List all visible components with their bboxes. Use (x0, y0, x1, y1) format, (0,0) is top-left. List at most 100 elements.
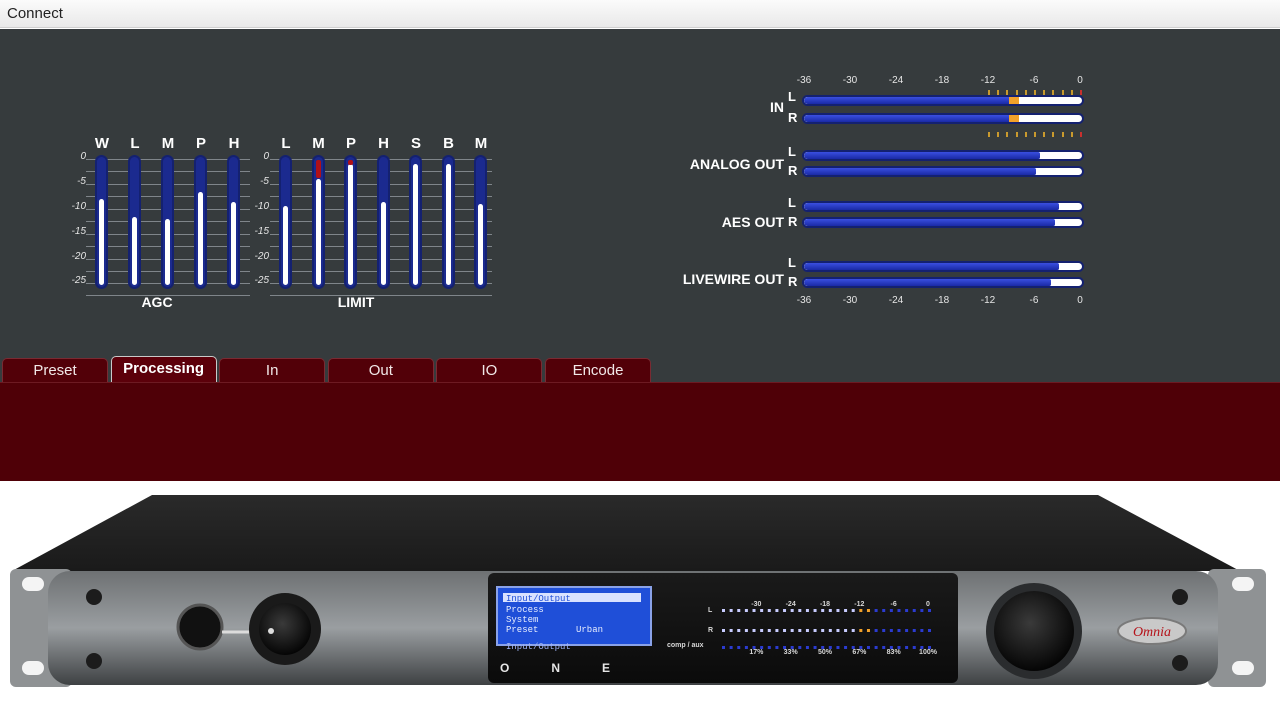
limit-meter-level (478, 204, 483, 285)
led-scale-label: -12 (854, 601, 864, 608)
tab-in[interactable]: In (219, 358, 326, 383)
in-scale-tick (1024, 132, 1027, 137)
lcd-line: Input/Output (506, 642, 571, 652)
limit-scale-label: -10 (254, 201, 269, 212)
agc-label: AGC (141, 294, 173, 310)
tab-io[interactable]: IO (436, 358, 543, 383)
led-segment (851, 629, 855, 632)
hscale-label-top: -12 (980, 75, 996, 86)
channel-label-right: R (788, 214, 798, 229)
screw-icon (86, 653, 102, 669)
hscale-label-bottom: -30 (842, 295, 858, 306)
menu-connect[interactable]: Connect (7, 5, 63, 22)
hscale-label-bottom: 0 (1077, 295, 1083, 306)
led-segment (905, 629, 909, 632)
led-segment (836, 646, 840, 649)
in-scale-tick (1015, 132, 1018, 137)
agc-scale-label: -20 (71, 251, 86, 262)
led-segment (767, 629, 771, 632)
led-segment (752, 629, 756, 632)
agc-meter-level (99, 199, 104, 285)
limit-channel-letter: P (345, 135, 356, 152)
limit-scale-label: -20 (254, 251, 269, 262)
meter-panel: 0 -5 -10 -15 -20 -25 W L M P H 0 -5 -10 -15 -20 -25 L M P H S… (0, 29, 1280, 385)
led-segment (874, 646, 878, 649)
lcd-line: System (506, 615, 538, 625)
in-scale-tick (1034, 132, 1036, 137)
tab-processing[interactable]: Processing (110, 356, 217, 383)
channel-label-right: R (788, 163, 798, 178)
led-segment (874, 629, 878, 632)
channel-label-left: L (788, 255, 796, 270)
led-segment (767, 646, 771, 649)
led-segment (851, 646, 855, 649)
meter-livewire-out-left (802, 261, 1084, 272)
meter-analog-out-right (802, 166, 1084, 177)
meter-level (804, 152, 1040, 159)
led-segment (844, 646, 848, 649)
tab-encode[interactable]: Encode (545, 358, 651, 383)
meter-aes-out-left (802, 201, 1084, 212)
led-segment (905, 609, 909, 612)
led-segment (889, 629, 893, 632)
limit-channel-letter: M (312, 135, 325, 152)
led-segment (859, 609, 863, 612)
limit-scale-label: 0 (263, 151, 269, 162)
tab-out[interactable]: Out (327, 358, 434, 383)
meter-label-in: IN (770, 99, 784, 115)
led-row-label: R (708, 627, 713, 634)
led-segment (722, 609, 725, 612)
omnia-one-hardware-image: Input/Output Process System Preset Urban… (10, 495, 1266, 687)
channel-label-left: L (788, 144, 796, 159)
limit-meter-l (279, 155, 292, 289)
led-segment (790, 629, 794, 632)
led-segment (729, 646, 733, 649)
in-scale-tick (1043, 132, 1046, 137)
in-scale-tick (1080, 132, 1082, 137)
led-segment (790, 646, 794, 649)
led-segment (744, 646, 748, 649)
led-segment (897, 629, 901, 632)
led-segment (889, 609, 893, 612)
led-segment (722, 646, 725, 649)
limit-label: LIMIT (337, 294, 375, 310)
led-segment (783, 646, 787, 649)
led-percent-label: 100% (919, 649, 938, 656)
in-scale-tick (1070, 132, 1073, 137)
limit-channel-letter: H (378, 135, 389, 152)
led-segment (783, 629, 787, 632)
agc-meter-w (95, 155, 108, 289)
led-segment (737, 609, 741, 612)
meter-peak (1009, 115, 1019, 122)
meter-analog-out-left (802, 150, 1084, 161)
agc-scale-label: -5 (77, 176, 86, 187)
lcd-line: Preset (506, 625, 538, 635)
led-segment (866, 629, 870, 632)
rack-slot-icon (22, 661, 44, 675)
led-percent-label: 50% (818, 649, 833, 656)
meter-level (804, 168, 1036, 175)
limit-channel-letter: L (281, 135, 291, 152)
meter-level (804, 115, 1013, 122)
led-segment (836, 629, 840, 632)
hscale-label-bottom: -18 (934, 295, 950, 306)
led-segment (844, 609, 848, 612)
agc-meter-level (132, 217, 137, 285)
tab-preset[interactable]: Preset (2, 358, 108, 383)
agc-channel-letter: M (161, 135, 175, 152)
limit-meter-peak (315, 160, 321, 178)
limit-meter-h (376, 155, 390, 289)
screw-icon (1172, 655, 1188, 671)
hscale-label-bottom: -6 (1029, 295, 1039, 306)
led-segment (760, 646, 764, 649)
led-segment (928, 609, 931, 612)
channel-label-left: L (788, 89, 796, 104)
led-segment (798, 609, 802, 612)
in-scale-tick (1061, 132, 1064, 137)
limit-meter-level (348, 164, 353, 285)
hscale-label-top: 0 (1077, 75, 1083, 86)
led-segment (722, 629, 725, 632)
led-scale-label: -18 (820, 601, 830, 608)
led-percent-label: 17% (749, 649, 764, 656)
led-segment (851, 609, 855, 612)
